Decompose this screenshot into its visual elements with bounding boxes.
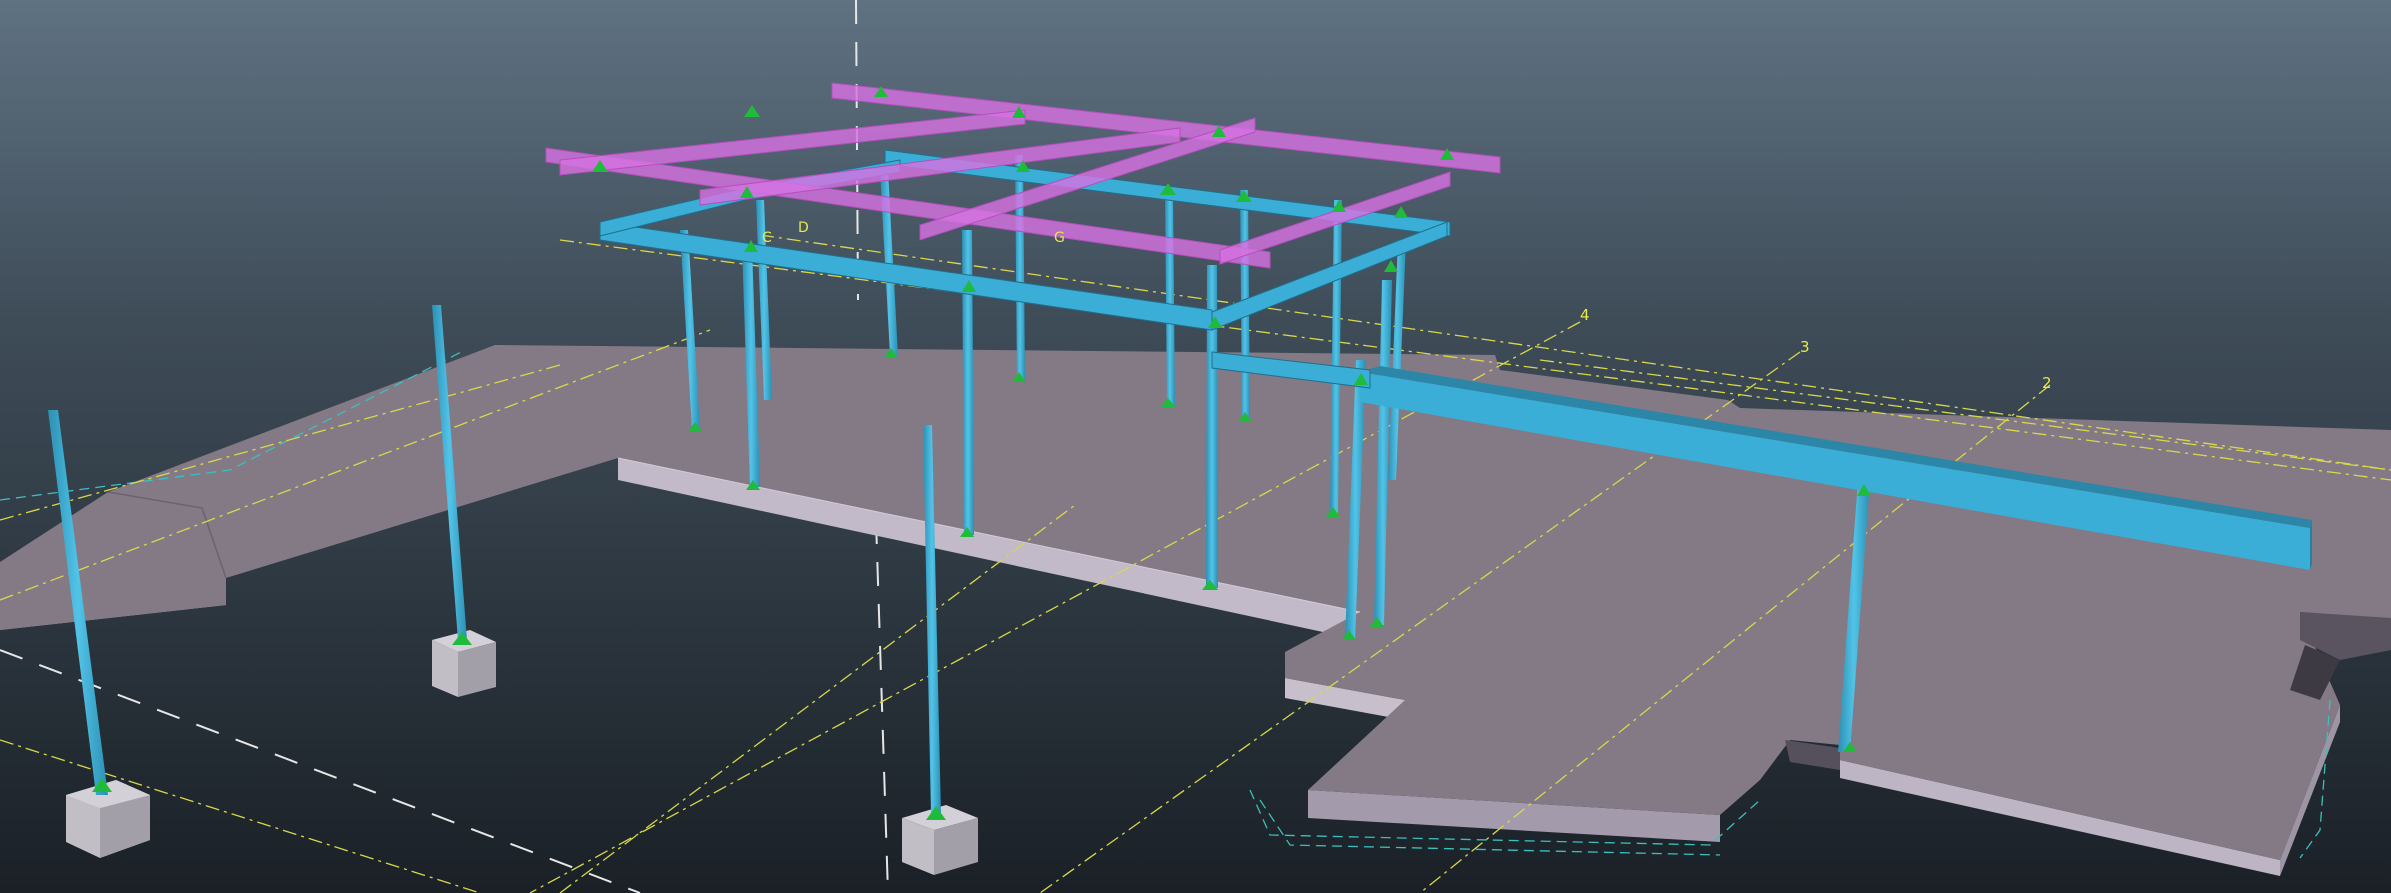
beam-label-d: D [798,220,809,236]
grid-label-3: 3 [1800,338,1810,356]
grid-label-2: 2 [2042,374,2052,392]
beam-label-c: C [762,230,772,246]
structural-model-scene[interactable]: 4 3 2 C D G [0,0,2391,893]
beam-label-g: G [1054,230,1065,246]
3d-model-viewport[interactable]: 4 3 2 C D G [0,0,2391,893]
grid-label-4: 4 [1580,306,1590,324]
